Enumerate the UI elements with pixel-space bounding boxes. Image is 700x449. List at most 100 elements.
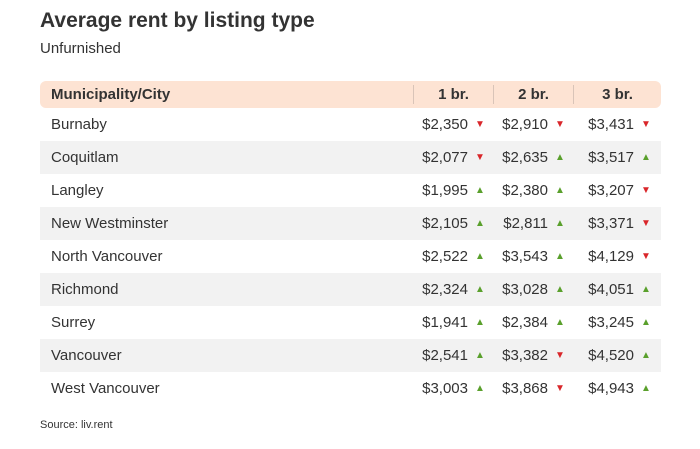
table-row: Surrey $1,941 ▲ $2,384 ▲ $3,245 ▲: [40, 306, 661, 339]
table-row: Langley $1,995 ▲ $2,380 ▲ $3,207 ▼: [40, 174, 661, 207]
triangle-up-icon: ▲: [555, 250, 565, 262]
city-name: Langley: [51, 182, 104, 199]
rent-value: $2,384: [502, 314, 548, 331]
rent-value: $2,910: [502, 116, 548, 133]
rent-value: $2,324: [422, 281, 468, 298]
triangle-down-icon: ▼: [555, 349, 565, 361]
city-name: Surrey: [51, 314, 96, 331]
rent-cell-3br: $4,943 ▲: [573, 380, 661, 397]
rent-value: $2,077: [422, 149, 468, 166]
table-body: Burnaby $2,350 ▼ $2,910 ▼ $3,431 ▼ Coquitlam $2,…: [40, 108, 661, 405]
triangle-up-icon: ▲: [475, 283, 485, 295]
triangle-down-icon: ▼: [641, 250, 651, 262]
rent-cell-2br: $2,910 ▼: [493, 116, 573, 133]
rent-cell-3br: $3,517 ▲: [573, 149, 661, 166]
triangle-up-icon: ▲: [641, 316, 651, 328]
column-header-city: Municipality/City: [51, 86, 171, 103]
rent-value: $2,811: [503, 215, 548, 232]
triangle-down-icon: ▼: [641, 184, 651, 196]
rent-value: $3,543: [502, 248, 548, 265]
triangle-up-icon: ▲: [555, 316, 565, 328]
triangle-up-icon: ▲: [475, 316, 485, 328]
city-name: West Vancouver: [51, 380, 160, 397]
table-row: Burnaby $2,350 ▼ $2,910 ▼ $3,431 ▼: [40, 108, 661, 141]
rent-cell-1br: $2,077 ▼: [413, 149, 493, 166]
triangle-up-icon: ▲: [641, 151, 651, 163]
rent-cell-1br: $2,350 ▼: [413, 116, 493, 133]
rent-value: $3,003: [422, 380, 468, 397]
triangle-up-icon: ▲: [555, 184, 565, 196]
rent-cell-2br: $2,384 ▲: [493, 314, 573, 331]
rent-value: $3,371: [588, 215, 634, 232]
triangle-up-icon: ▲: [475, 382, 485, 394]
rent-value: $2,522: [422, 248, 468, 265]
rent-cell-3br: $4,129 ▼: [573, 248, 661, 265]
rent-cell-1br: $1,995 ▲: [413, 182, 493, 199]
page-subtitle: Unfurnished: [40, 40, 121, 57]
city-name: Richmond: [51, 281, 119, 298]
rent-cell-3br: $3,245 ▲: [573, 314, 661, 331]
rent-cell-1br: $2,522 ▲: [413, 248, 493, 265]
table-header: Municipality/City 1 br. 2 br. 3 br.: [40, 81, 661, 108]
triangle-down-icon: ▼: [475, 118, 485, 130]
triangle-up-icon: ▲: [555, 217, 565, 229]
triangle-up-icon: ▲: [475, 349, 485, 361]
rent-cell-3br: $3,431 ▼: [573, 116, 661, 133]
rent-value: $4,943: [588, 380, 634, 397]
table-row: Coquitlam $2,077 ▼ $2,635 ▲ $3,517 ▲: [40, 141, 661, 174]
triangle-up-icon: ▲: [555, 283, 565, 295]
table-row: Richmond $2,324 ▲ $3,028 ▲ $4,051 ▲: [40, 273, 661, 306]
rent-cell-1br: $1,941 ▲: [413, 314, 493, 331]
triangle-up-icon: ▲: [641, 283, 651, 295]
triangle-up-icon: ▲: [641, 349, 651, 361]
page-title: Average rent by listing type: [40, 9, 315, 32]
rent-value: $2,635: [502, 149, 548, 166]
city-name: New Westminster: [51, 215, 169, 232]
city-name: North Vancouver: [51, 248, 163, 265]
city-name: Coquitlam: [51, 149, 119, 166]
rent-cell-1br: $2,541 ▲: [413, 347, 493, 364]
triangle-down-icon: ▼: [475, 151, 485, 163]
rent-value: $4,051: [588, 281, 634, 298]
rent-cell-3br: $4,520 ▲: [573, 347, 661, 364]
city-name: Burnaby: [51, 116, 107, 133]
triangle-up-icon: ▲: [641, 382, 651, 394]
rent-value: $2,541: [422, 347, 468, 364]
triangle-down-icon: ▼: [641, 217, 651, 229]
triangle-down-icon: ▼: [555, 118, 565, 130]
rent-value: $3,028: [502, 281, 548, 298]
rent-cell-3br: $3,371 ▼: [573, 215, 661, 232]
rent-cell-2br: $3,543 ▲: [493, 248, 573, 265]
rent-value: $2,105: [422, 215, 468, 232]
rent-value: $3,207: [588, 182, 634, 199]
rent-value: $3,382: [502, 347, 548, 364]
rent-value: $2,350: [422, 116, 468, 133]
rent-cell-2br: $3,382 ▼: [493, 347, 573, 364]
rent-table: Municipality/City 1 br. 2 br. 3 br. Burn…: [40, 81, 661, 405]
rent-cell-3br: $3,207 ▼: [573, 182, 661, 199]
source-note: Source: liv.rent: [40, 419, 113, 431]
rent-cell-1br: $3,003 ▲: [413, 380, 493, 397]
rent-value: $1,995: [422, 182, 468, 199]
rent-cell-1br: $2,105 ▲: [413, 215, 493, 232]
rent-cell-2br: $2,380 ▲: [493, 182, 573, 199]
rent-cell-3br: $4,051 ▲: [573, 281, 661, 298]
rent-value: $3,431: [588, 116, 634, 133]
rent-value: $1,941: [422, 314, 468, 331]
rent-value: $3,245: [588, 314, 634, 331]
table-row: West Vancouver $3,003 ▲ $3,868 ▼ $4,943 ▲: [40, 372, 661, 405]
triangle-up-icon: ▲: [555, 151, 565, 163]
rent-value: $3,517: [588, 149, 634, 166]
rent-value: $3,868: [502, 380, 548, 397]
city-name: Vancouver: [51, 347, 122, 364]
rent-cell-2br: $2,811 ▲: [493, 215, 573, 232]
triangle-up-icon: ▲: [475, 184, 485, 196]
rent-cell-2br: $3,868 ▼: [493, 380, 573, 397]
rent-value: $4,520: [588, 347, 634, 364]
triangle-up-icon: ▲: [475, 217, 485, 229]
column-header-3br: 3 br.: [573, 85, 661, 104]
rent-cell-2br: $3,028 ▲: [493, 281, 573, 298]
rent-value: $4,129: [588, 248, 634, 265]
table-row: New Westminster $2,105 ▲ $2,811 ▲ $3,371 ▼: [40, 207, 661, 240]
column-header-1br: 1 br.: [413, 85, 493, 104]
